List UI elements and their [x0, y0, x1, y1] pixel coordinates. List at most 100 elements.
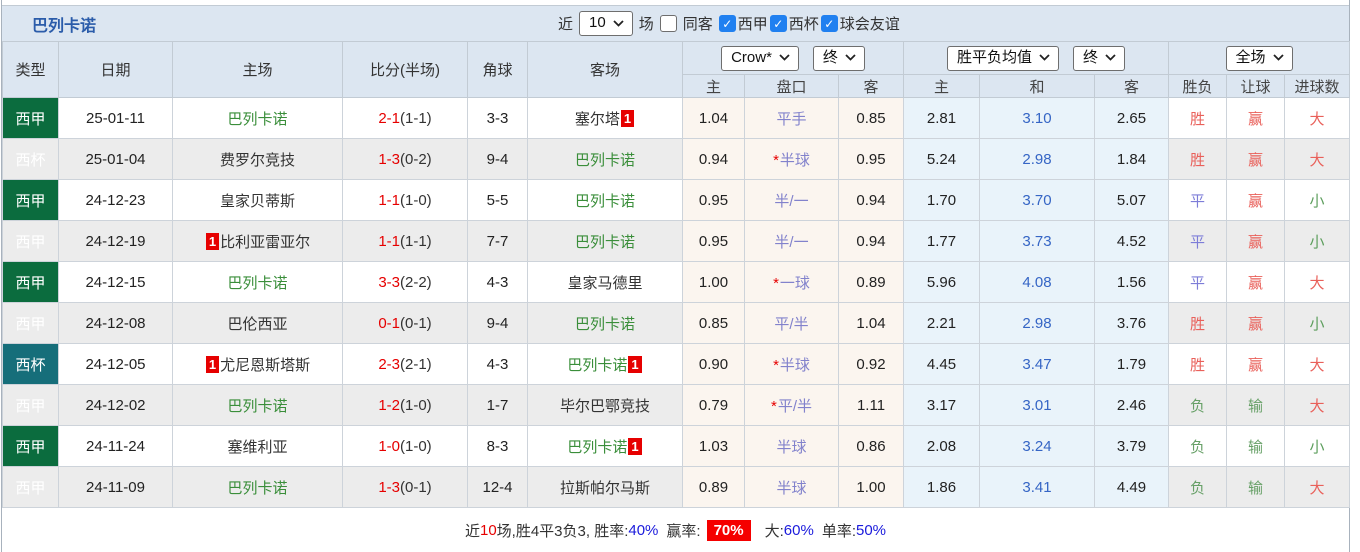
avg-home-cell: 1.86	[903, 466, 981, 508]
avg-home-cell: 5.96	[903, 261, 981, 303]
avg-away-cell: 1.84	[1094, 138, 1170, 180]
friendly-checkbox[interactable]: ✓	[820, 15, 838, 32]
avg-time-select[interactable]: 终	[1073, 45, 1126, 71]
home-team-cell: 塞维利亚	[172, 425, 343, 467]
away-odds-cell: 1.00	[837, 466, 905, 508]
team-title[interactable]: 巴列卡诺	[2, 12, 96, 36]
home-team-name[interactable]: 费罗尔竞技	[220, 152, 295, 169]
home-team-name[interactable]: 巴列卡诺	[227, 398, 287, 415]
handicap-line: 平/半	[774, 315, 809, 333]
home-team-name[interactable]: 巴列卡诺	[227, 111, 287, 128]
handicap-result-cell: 赢	[1226, 220, 1286, 262]
avg-home-cell: 2.08	[903, 425, 981, 467]
handicap-cell: 半球	[744, 466, 839, 508]
subcol-odds-home: 主	[682, 74, 745, 98]
full-time-score: 1-1	[378, 232, 400, 250]
corners-cell: 4-3	[467, 343, 528, 385]
avg-home-cell: 1.70	[903, 179, 981, 221]
corners-cell: 3-3	[467, 97, 528, 139]
avg-odds-select[interactable]: 胜平负均值	[947, 45, 1060, 71]
away-team-name[interactable]: 巴列卡诺	[575, 316, 635, 333]
single-rate-value: 50%	[855, 521, 887, 539]
handicap-cell: 半球	[744, 425, 839, 467]
full-time-score: 1-0	[378, 437, 400, 455]
summary-bar: 近 10 场,胜4平3负3, 胜率: 40% 赢率: 70% 大: 60% 单率: 50%	[2, 508, 1349, 552]
recent-count-select[interactable]: 10	[579, 11, 633, 36]
away-team-name[interactable]: 塞尔塔	[575, 111, 620, 128]
away-team-cell: 巴列卡诺 1	[527, 425, 683, 467]
result-cell: 负	[1168, 466, 1228, 508]
handicap-line: 平/半	[777, 397, 812, 415]
recent-label: 近	[558, 16, 574, 33]
match-date: 24-12-08	[58, 302, 173, 344]
league-badge: 西杯	[2, 343, 59, 385]
away-team-name[interactable]: 拉斯帕尔马斯	[560, 480, 650, 497]
laliga-checkbox[interactable]: ✓	[718, 15, 736, 32]
away-team-name[interactable]: 巴列卡诺	[575, 152, 635, 169]
same-away-checkbox[interactable]	[659, 15, 677, 32]
away-odds-cell: 0.86	[837, 425, 905, 467]
goals-result-cell: 小	[1284, 220, 1351, 262]
score-cell: 0-1(0-1)	[342, 302, 468, 344]
handicap-cell: 平/半	[744, 302, 839, 344]
odds-time-select[interactable]: 终	[812, 45, 865, 71]
games-label: 场	[638, 16, 654, 33]
home-team-name[interactable]: 皇家贝蒂斯	[220, 193, 295, 210]
away-odds-cell: 1.04	[837, 302, 905, 344]
away-odds-cell: 1.11	[837, 384, 905, 426]
home-team-name[interactable]: 比利亚雷亚尔	[220, 234, 310, 251]
match-row: 西杯 25-01-04 费罗尔竞技 1-3(0-2) 9-4 巴列卡诺 0.94 *半球 0.9…	[2, 138, 1351, 180]
handicap-result-cell: 输	[1226, 466, 1286, 508]
home-team-name[interactable]: 巴列卡诺	[227, 275, 287, 292]
result-cell: 平	[1168, 220, 1228, 262]
match-row: 西甲 24-12-02 巴列卡诺 1-2(1-0) 1-7 毕尔巴鄂竞技 0.79 *平/半 1…	[2, 384, 1351, 426]
odds-source-select[interactable]: Crow*	[721, 45, 799, 71]
league-badge: 西甲	[2, 261, 59, 303]
col-header-away: 客场	[527, 41, 683, 98]
avg-home-cell: 2.81	[903, 97, 981, 139]
corners-cell: 9-4	[467, 138, 528, 180]
corners-cell: 4-3	[467, 261, 528, 303]
summary-count: 10	[479, 521, 497, 539]
home-team-name[interactable]: 巴列卡诺	[227, 480, 287, 497]
handicap-cell: *半球	[744, 138, 839, 180]
avg-draw-cell: 4.08	[979, 261, 1096, 303]
friendly-label: 球会友谊	[839, 16, 900, 33]
handicap-cell: 平手	[744, 97, 839, 139]
avg-select-cell: 胜平负均值 终	[903, 41, 1170, 75]
goals-result-cell: 小	[1284, 302, 1351, 344]
match-row: 西甲 24-12-15 巴列卡诺 3-3(2-2) 4-3 皇家马德里 1.00 *一球 0.8…	[2, 261, 1351, 303]
home-team-name[interactable]: 塞维利亚	[227, 439, 287, 456]
home-team-name[interactable]: 巴伦西亚	[227, 316, 287, 333]
league-badge: 西甲	[2, 220, 59, 262]
col-header-date: 日期	[58, 41, 173, 98]
home-team-cell: 皇家贝蒂斯	[172, 179, 343, 221]
away-odds-cell: 0.94	[837, 179, 905, 221]
handicap-line: 半球	[779, 356, 810, 374]
avg-away-cell: 3.76	[1094, 302, 1170, 344]
away-odds-cell: 0.95	[837, 138, 905, 180]
red-card-badge: 1	[628, 437, 642, 455]
avg-away-cell: 3.79	[1094, 425, 1170, 467]
handicap-result-cell: 赢	[1226, 302, 1286, 344]
away-team-name[interactable]: 巴列卡诺	[575, 234, 635, 251]
match-date: 24-12-23	[58, 179, 173, 221]
avg-away-cell: 1.79	[1094, 343, 1170, 385]
score-cell: 1-1(1-1)	[342, 220, 468, 262]
subcol-handicap: 盘口	[744, 74, 839, 98]
red-card-badge: 1	[628, 355, 642, 373]
away-team-name[interactable]: 皇家马德里	[567, 275, 642, 292]
home-team-cell: 巴伦西亚	[172, 302, 343, 344]
subcol-result: 胜负	[1168, 74, 1228, 98]
score-cell: 1-3(0-2)	[342, 138, 468, 180]
match-date: 24-11-24	[58, 425, 173, 467]
away-team-name[interactable]: 巴列卡诺	[567, 357, 627, 374]
handicap-cell: 半/一	[744, 220, 839, 262]
away-team-name[interactable]: 巴列卡诺	[567, 439, 627, 456]
league-badge: 西甲	[2, 179, 59, 221]
away-team-name[interactable]: 巴列卡诺	[575, 193, 635, 210]
home-team-name[interactable]: 尤尼恩斯塔斯	[220, 357, 310, 374]
copa-checkbox[interactable]: ✓	[769, 15, 787, 32]
away-team-name[interactable]: 毕尔巴鄂竞技	[560, 398, 650, 415]
scope-select[interactable]: 全场	[1225, 45, 1293, 71]
